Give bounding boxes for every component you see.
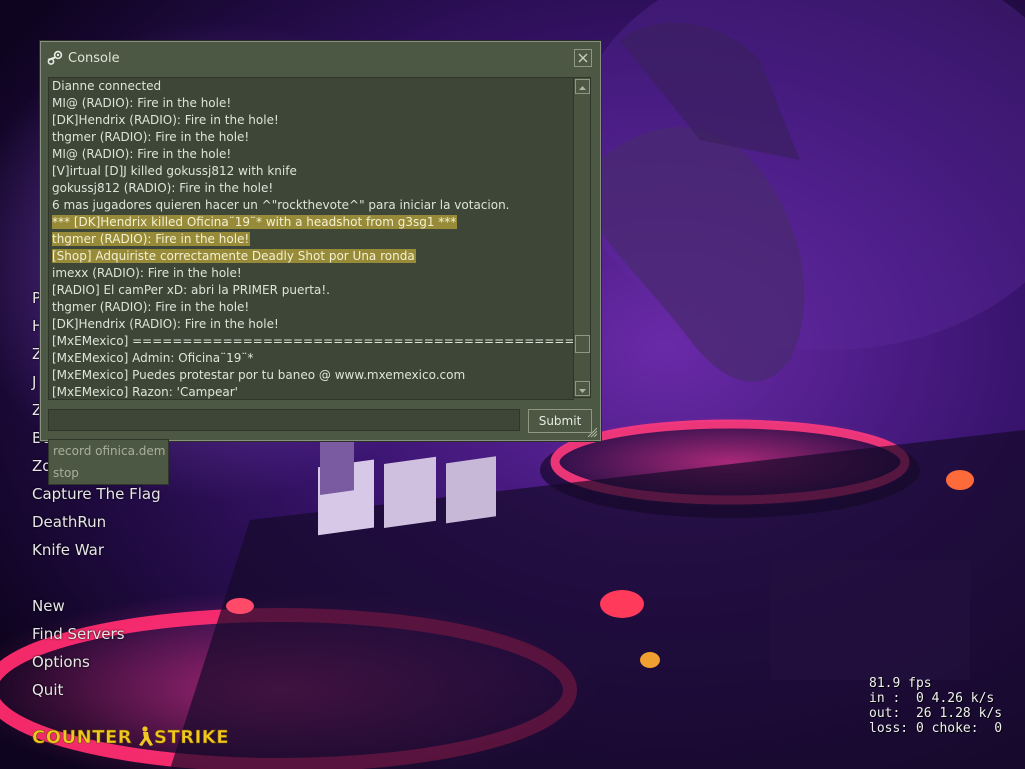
console-window: Console Dianne connected MI@ (RADIO): Fir… <box>40 41 601 441</box>
menu-item-options[interactable]: Options <box>32 653 90 671</box>
menu-item-partial-4[interactable]: J <box>32 373 36 391</box>
menu-item-new[interactable]: New <box>32 597 65 615</box>
console-line: [Shop] Adquiriste correctamente Deadly S… <box>49 248 574 265</box>
console-titlebar[interactable]: Console <box>41 42 600 74</box>
console-title: Console <box>68 51 120 66</box>
console-line: [MxEMexico] Admin: Oficina¨19¨* <box>49 350 574 367</box>
console-line-text: *** [DK]Hendrix killed Oficina¨19¨* with… <box>52 215 458 229</box>
console-line: Dianne connected <box>49 78 574 95</box>
net-graph: 81.9 fps in : 0 4.26 k/s out: 26 1.28 k/s l… <box>869 676 1002 736</box>
console-line: thgmer (RADIO): Fire in the hole! <box>49 231 574 248</box>
console-line-text: gokussj812 (RADIO): Fire in the hole! <box>52 181 274 195</box>
console-line-text: thgmer (RADIO): Fire in the hole! <box>52 232 251 246</box>
close-button[interactable] <box>574 49 592 67</box>
console-line: [DK]Hendrix (RADIO): Fire in the hole! <box>49 316 574 333</box>
svg-text:COUNTER: COUNTER <box>32 727 132 748</box>
console-line: [MxEMexico] Razon: 'Campear' <box>49 384 574 399</box>
console-line: imexx (RADIO): Fire in the hole! <box>49 265 574 282</box>
scroll-up-button[interactable] <box>575 79 590 94</box>
menu-item-deathrun[interactable]: DeathRun <box>32 513 106 531</box>
console-line: [RADIO] El camPer xD: abri la PRIMER pue… <box>49 282 574 299</box>
svg-text:STRIKE: STRIKE <box>154 727 229 748</box>
console-line-text: [DK]Hendrix (RADIO): Fire in the hole! <box>52 113 279 127</box>
menu-item-knife-war[interactable]: Knife War <box>32 541 104 559</box>
arrow-up-icon <box>579 86 586 90</box>
menu-item-capture-the-flag[interactable]: Capture The Flag <box>32 485 161 503</box>
command-suggestions: record ofinica.dem stop <box>48 439 169 485</box>
console-line: MI@ (RADIO): Fire in the hole! <box>49 146 574 163</box>
console-line-text: thgmer (RADIO): Fire in the hole! <box>52 300 250 314</box>
console-line: MI@ (RADIO): Fire in the hole! <box>49 95 574 112</box>
scroll-down-button[interactable] <box>575 381 590 396</box>
console-line-text: thgmer (RADIO): Fire in the hole! <box>52 130 250 144</box>
console-line: [V]irtual [D]J killed gokussj812 with kn… <box>49 163 574 180</box>
console-line-text: imexx (RADIO): Fire in the hole! <box>52 266 242 280</box>
steam-icon <box>47 50 63 65</box>
logo-figure-icon <box>139 726 153 746</box>
console-line-text: [V]irtual [D]J killed gokussj812 with kn… <box>52 164 297 178</box>
menu-item-quit[interactable]: Quit <box>32 681 63 699</box>
console-line-text: [MxEMexico] Admin: Oficina¨19¨* <box>52 351 254 365</box>
counter-strike-logo: COUNTER STRIKE <box>32 726 229 748</box>
console-line: [MxEMexico] Puedes protestar por tu bane… <box>49 367 574 384</box>
console-line: *** [DK]Hendrix killed Oficina¨19¨* with… <box>49 214 574 231</box>
loss-choke-readout: loss: 0 choke: 0 <box>869 721 1003 736</box>
console-line: 6 mas jugadores quieren hacer un ^"rockt… <box>49 197 574 214</box>
console-line-text: [RADIO] El camPer xD: abri la PRIMER pue… <box>52 283 330 297</box>
console-line-text: 6 mas jugadores quieren hacer un ^"rockt… <box>52 198 510 212</box>
console-line-text: [Shop] Adquiriste correctamente Deadly S… <box>52 249 416 263</box>
close-icon <box>578 53 588 63</box>
command-input[interactable] <box>48 409 520 431</box>
net-out-readout: out: 26 1.28 k/s <box>869 706 1003 721</box>
console-line-text: MI@ (RADIO): Fire in the hole! <box>52 147 232 161</box>
console-line: thgmer (RADIO): Fire in the hole! <box>49 129 574 146</box>
console-line-text: Dianne connected <box>52 79 162 93</box>
console-line-text: [MxEMexico] ============================… <box>52 334 574 348</box>
suggestion-item[interactable]: record ofinica.dem <box>49 440 168 462</box>
submit-button[interactable]: Submit <box>528 409 592 433</box>
menu-item-find-servers[interactable]: Find Servers <box>32 625 125 643</box>
arrow-down-icon <box>579 389 586 393</box>
console-line: thgmer (RADIO): Fire in the hole! <box>49 299 574 316</box>
net-in-readout: in : 0 4.26 k/s <box>869 691 995 706</box>
console-line-text: [MxEMexico] Razon: 'Campear' <box>52 385 238 399</box>
suggestion-item[interactable]: stop <box>49 462 168 484</box>
console-line: [DK]Hendrix (RADIO): Fire in the hole! <box>49 112 574 129</box>
console-line-text: [MxEMexico] Puedes protestar por tu bane… <box>52 368 466 382</box>
fps-readout: 81.9 fps <box>869 676 932 691</box>
console-output[interactable]: Dianne connected MI@ (RADIO): Fire in the… <box>48 77 574 400</box>
resize-grip-icon[interactable] <box>586 426 598 438</box>
console-line-text: MI@ (RADIO): Fire in the hole! <box>52 96 232 110</box>
console-line: gokussj812 (RADIO): Fire in the hole! <box>49 180 574 197</box>
console-scrollbar[interactable] <box>573 77 591 398</box>
scroll-thumb[interactable] <box>575 335 590 353</box>
console-line-text: [DK]Hendrix (RADIO): Fire in the hole! <box>52 317 279 331</box>
console-line: [MxEMexico] ============================… <box>49 333 574 350</box>
